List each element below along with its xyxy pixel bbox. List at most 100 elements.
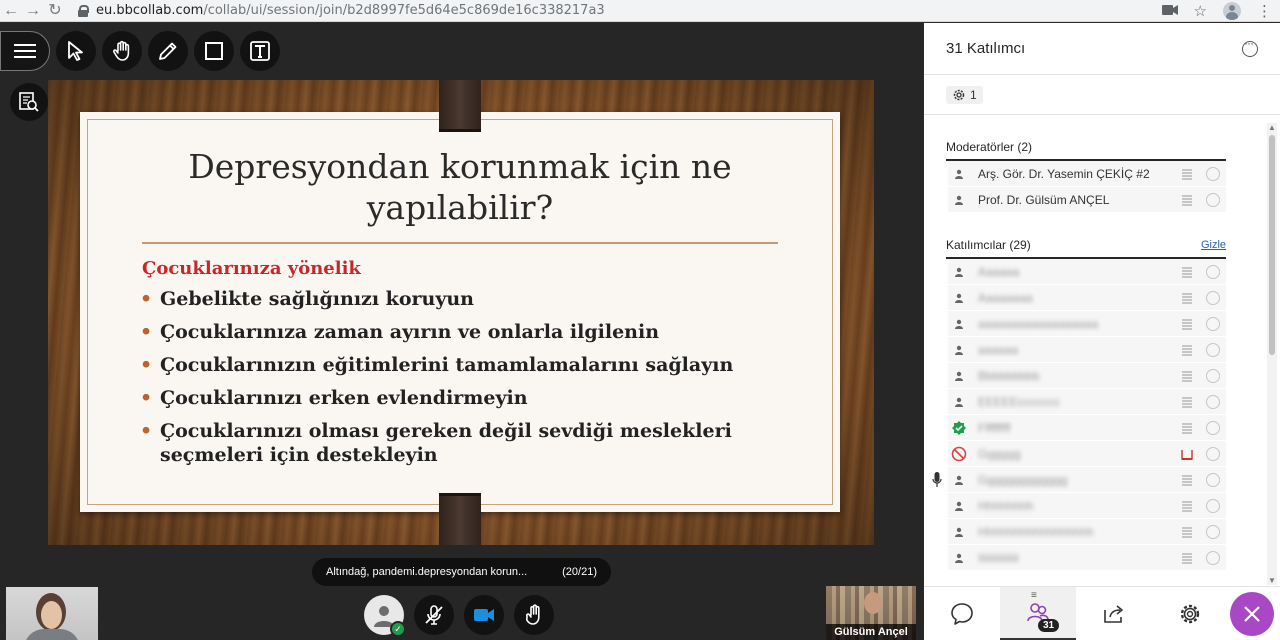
participant-notes-button[interactable] <box>1174 292 1200 304</box>
back-icon[interactable]: ← <box>0 1 22 21</box>
filter-chip[interactable]: 1 <box>946 85 983 104</box>
more-options-icon <box>1206 550 1220 565</box>
participant-row[interactable]: Gggggg <box>948 441 1226 467</box>
participants-panel: 31 Katılımcı 1 Moderatörler (2) Arş. Gör… <box>924 23 1280 640</box>
participant-row[interactable]: aaaaaaaaaaaaaaaaaa <box>948 311 1226 337</box>
lock-icon <box>78 4 89 17</box>
participant-notes-button[interactable] <box>1174 526 1200 538</box>
participant-row[interactable]: Aaaaaa <box>948 259 1226 285</box>
camera-icon[interactable] <box>1161 3 1178 20</box>
speaker-video-tile[interactable]: Gülsüm Ançel <box>826 586 916 640</box>
participants-section-header: Katılımcılar (29) Gizle <box>946 237 1226 259</box>
slide-bullet: Çocuklarınıza zaman ayırın ve onlarla il… <box>140 320 800 344</box>
panel-scrollbar[interactable]: ▲ ▼ <box>1267 123 1277 585</box>
participant-notes-button[interactable] <box>1174 396 1200 408</box>
participant-more-button[interactable] <box>1200 342 1226 357</box>
slide-bullet: Çocuklarınızın eğitimlerini tamamlamalar… <box>140 353 800 377</box>
pan-tool-button[interactable] <box>102 31 142 71</box>
participant-more-button[interactable] <box>1200 550 1226 565</box>
participant-more-button[interactable] <box>1200 524 1226 539</box>
more-options-icon[interactable] <box>1242 36 1258 57</box>
pointer-tool-button[interactable] <box>56 31 96 71</box>
self-video-tile[interactable] <box>6 587 98 640</box>
moderator-row[interactable]: Prof. Dr. Gülsüm ANÇEL <box>948 187 1226 213</box>
raise-hand-button[interactable] <box>514 595 554 635</box>
shape-tool-button[interactable] <box>194 31 234 71</box>
scroll-thumb[interactable] <box>1269 135 1275 355</box>
chat-tab[interactable] <box>924 587 1000 640</box>
participant-more-button[interactable] <box>1200 290 1226 305</box>
participant-notes-button[interactable] <box>1174 448 1200 460</box>
participant-notes-button[interactable] <box>1174 344 1200 356</box>
participant-notes-button[interactable] <box>1174 370 1200 382</box>
participants-tab[interactable]: ≡ 31 <box>1000 587 1076 640</box>
text-tool-button[interactable] <box>240 31 280 71</box>
participant-more-button[interactable] <box>1200 446 1226 461</box>
list-icon <box>1182 370 1192 382</box>
participant-notes-button[interactable] <box>1174 422 1200 434</box>
more-options-icon <box>1206 420 1220 435</box>
participant-row[interactable]: aaaaaa <box>948 337 1226 363</box>
participant-row[interactable]: Iiiiiiiiiiiiiii <box>948 545 1226 571</box>
zoom-tool-button[interactable] <box>10 83 48 121</box>
moderator-name: Arş. Gör. Dr. Yasemin ÇEKİÇ #2 <box>978 166 1150 181</box>
hamburger-icon <box>14 44 36 58</box>
participant-row[interactable]: Fffffffff <box>948 415 1226 441</box>
checkmark-icon: ✓ <box>390 621 406 637</box>
browser-menu-icon[interactable]: ⋮ <box>1257 2 1272 20</box>
more-options-icon <box>1206 192 1220 207</box>
shared-file-indicator[interactable]: Altındağ, pandemi.depresyondan korun... … <box>312 558 611 586</box>
reload-icon[interactable]: ↻ <box>44 1 66 21</box>
participant-more-button[interactable] <box>1200 472 1226 487</box>
pen-tool-button[interactable] <box>148 31 188 71</box>
away-status-icon <box>951 446 967 461</box>
participant-more-button[interactable] <box>1200 368 1226 383</box>
magnifier-document-icon <box>19 92 39 112</box>
hide-link[interactable]: Gizle <box>1201 239 1226 251</box>
slide-page-counter: (20/21) <box>562 566 597 578</box>
slide-clip-top <box>439 80 481 132</box>
my-status-button[interactable]: ✓ <box>364 595 406 637</box>
participant-notes-button[interactable] <box>1174 552 1200 564</box>
participant-notes-button[interactable] <box>1174 318 1200 330</box>
share-content-tab[interactable] <box>1076 587 1152 640</box>
scroll-down-icon[interactable]: ▼ <box>1268 576 1276 585</box>
more-options-icon <box>1206 342 1220 357</box>
scroll-up-icon[interactable]: ▲ <box>1268 123 1276 132</box>
microphone-button[interactable] <box>414 595 454 635</box>
participant-row[interactable]: Ggggggggggggg <box>932 467 1226 493</box>
participant-notes-button[interactable] <box>1174 474 1200 486</box>
participant-more-button[interactable] <box>1200 166 1226 181</box>
slide-paper: Depresyondan korunmak için ne yapılabili… <box>80 112 840 512</box>
url-path: /collab/ui/session/join/b2d8997fe5d64e5c… <box>203 3 605 18</box>
settings-tab[interactable] <box>1152 587 1228 640</box>
close-panel-button[interactable] <box>1230 592 1274 636</box>
participant-more-button[interactable] <box>1200 316 1226 331</box>
participants-header: Katılımcılar (29) <box>946 238 1031 252</box>
forward-icon[interactable]: → <box>22 1 44 21</box>
participant-more-button[interactable] <box>1200 420 1226 435</box>
list-icon <box>1182 266 1192 278</box>
participant-row[interactable]: Hhhhhhhhhhhhhhhhh <box>948 519 1226 545</box>
session-menu-button[interactable] <box>0 31 50 71</box>
participant-more-button[interactable] <box>1200 192 1226 207</box>
camera-button[interactable] <box>464 595 504 635</box>
participant-notes-button[interactable] <box>1174 500 1200 512</box>
participant-row[interactable]: Aaaaaaaa <box>948 285 1226 311</box>
bookmark-star-icon[interactable]: ☆ <box>1194 2 1207 20</box>
participant-notes-button[interactable] <box>1174 194 1200 206</box>
text-t-icon <box>250 41 270 61</box>
participant-row[interactable]: Hhhhhhhh <box>948 493 1226 519</box>
more-options-icon <box>1206 166 1220 181</box>
participant-more-button[interactable] <box>1200 394 1226 409</box>
moderator-row[interactable]: Arş. Gör. Dr. Yasemin ÇEKİÇ #2 <box>948 161 1226 187</box>
hand-icon <box>113 40 130 61</box>
participant-notes-button[interactable] <box>1174 266 1200 278</box>
participant-row[interactable]: EEEEEccccccc <box>948 389 1226 415</box>
profile-avatar[interactable] <box>1223 2 1241 20</box>
participant-row[interactable]: Bbbbbbbbb <box>948 363 1226 389</box>
participant-more-button[interactable] <box>1200 264 1226 279</box>
address-bar[interactable]: eu.bbcollab.com/collab/ui/session/join/b… <box>78 1 605 21</box>
participant-more-button[interactable] <box>1200 498 1226 513</box>
participant-notes-button[interactable] <box>1174 168 1200 180</box>
